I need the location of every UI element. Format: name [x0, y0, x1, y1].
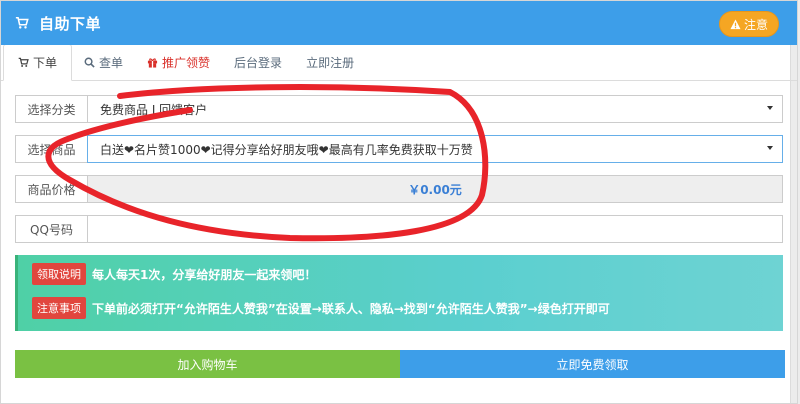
notice-tag: 注意事项	[32, 297, 86, 319]
tab-label: 立即注册	[306, 55, 355, 70]
info-box: 领取说明 每人每天1次，分享给好朋友一起来领吧！ 注意事项 下单前必须打开“允许…	[15, 255, 783, 331]
notice-line: 注意事项 下单前必须打开“允许陌生人赞我”在设置→联系人、隐私→找到“允许陌生人…	[32, 297, 783, 319]
notice-button[interactable]: 注意	[719, 11, 779, 37]
tab-admin-login[interactable]: 后台登录	[222, 44, 294, 80]
order-panel: 自助下单 注意 下单 查单 推广领赞 后台登录 立即注册 选择分类 免费商品 I…	[0, 0, 798, 404]
cart-icon	[15, 16, 29, 29]
claim-text: 每人每天1次，分享给好朋友一起来领吧！	[92, 267, 317, 282]
tab-promo[interactable]: 推广领赞	[135, 44, 222, 80]
qq-input[interactable]	[87, 215, 783, 243]
price-label: 商品价格	[15, 175, 87, 203]
tab-order[interactable]: 下单	[3, 44, 73, 81]
tab-bar: 下单 查单 推广领赞 后台登录 立即注册	[1, 44, 797, 81]
qq-row: QQ号码	[15, 215, 783, 243]
category-label: 选择分类	[15, 95, 87, 123]
category-row: 选择分类 免费商品 I 回馈客户	[15, 95, 783, 123]
product-select[interactable]: 白送❤名片赞1000❤记得分享给好朋友哦❤最高有几率免费获取十万赞	[87, 135, 783, 163]
action-bar: 加入购物车 立即免费领取	[15, 350, 785, 378]
page-title: 自助下单	[39, 14, 102, 33]
search-icon	[84, 57, 95, 68]
chevron-down-icon	[767, 106, 773, 110]
claim-tag: 领取说明	[32, 263, 86, 285]
tab-register[interactable]: 立即注册	[294, 44, 366, 80]
app-window: 自助下单 注意 下单 查单 推广领赞 后台登录 立即注册 选择分类 免费商品 I…	[0, 0, 800, 404]
qq-label: QQ号码	[15, 215, 87, 243]
cart-icon	[18, 57, 29, 67]
product-label: 选择商品	[15, 135, 87, 163]
gift-icon	[147, 57, 158, 68]
tab-label: 查单	[99, 55, 124, 70]
chevron-down-icon	[767, 146, 773, 150]
tab-label: 下单	[33, 56, 58, 70]
product-value: 白送❤名片赞1000❤记得分享给好朋友哦❤最高有几率免费获取十万赞	[100, 142, 473, 157]
tab-label: 推广领赞	[162, 55, 211, 70]
warning-icon	[730, 18, 741, 29]
price-value: ￥0.00元	[87, 175, 783, 203]
tab-label: 后台登录	[234, 55, 283, 70]
category-value: 免费商品 I 回馈客户	[100, 102, 208, 117]
notice-label: 注意	[743, 17, 768, 32]
notice-text: 下单前必须打开“允许陌生人赞我”在设置→联系人、隐私→找到“允许陌生人赞我”→绿…	[92, 301, 610, 316]
order-form: 选择分类 免费商品 I 回馈客户 选择商品 白送❤名片赞1000❤记得分享给好朋…	[1, 81, 797, 243]
claim-free-button[interactable]: 立即免费领取	[400, 350, 785, 378]
tab-query[interactable]: 查单	[72, 44, 135, 80]
price-row: 商品价格 ￥0.00元	[15, 175, 783, 203]
claim-line: 领取说明 每人每天1次，分享给好朋友一起来领吧！	[32, 263, 783, 285]
add-cart-button[interactable]: 加入购物车	[15, 350, 400, 378]
panel-header: 自助下单 注意	[1, 1, 797, 45]
product-row: 选择商品 白送❤名片赞1000❤记得分享给好朋友哦❤最高有几率免费获取十万赞	[15, 135, 783, 163]
category-select[interactable]: 免费商品 I 回馈客户	[87, 95, 783, 123]
